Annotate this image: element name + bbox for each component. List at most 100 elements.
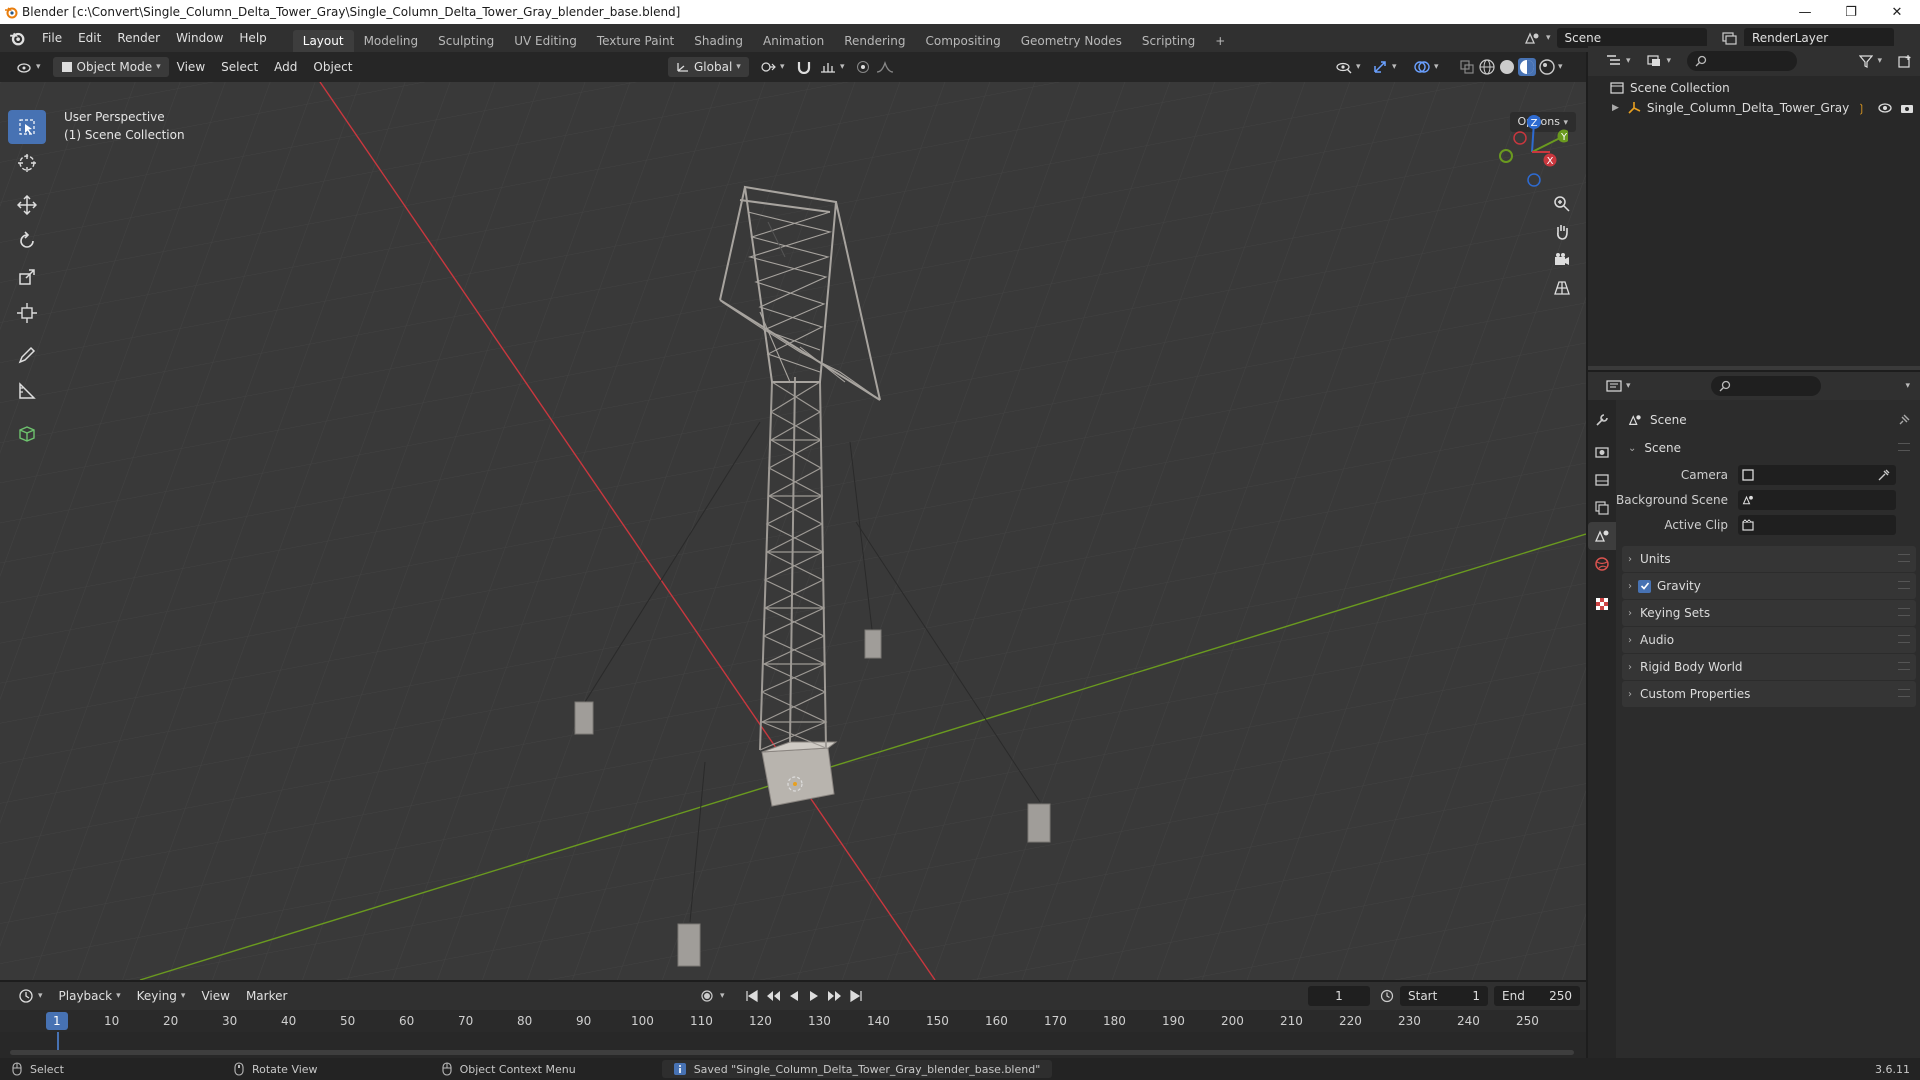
properties-editor-type-button[interactable]: ▾	[1598, 376, 1639, 396]
tab-geometry-nodes[interactable]: Geometry Nodes	[1011, 30, 1132, 52]
eyedropper-icon[interactable]	[1878, 469, 1890, 481]
play-icon[interactable]	[807, 989, 821, 1003]
scene-icon[interactable]	[1524, 31, 1540, 45]
properties-options-chevron-icon[interactable]: ▾	[1905, 381, 1910, 391]
perspective-grid-icon[interactable]	[1548, 274, 1576, 302]
jump-to-keyframe-back-icon[interactable]	[765, 989, 781, 1003]
snap-target-dropdown[interactable]: ▾	[812, 57, 853, 77]
outliner-divider[interactable]	[1588, 366, 1920, 370]
marker-menu[interactable]: Marker	[238, 986, 295, 1006]
background-scene-field[interactable]	[1738, 489, 1896, 510]
outliner-item-tower[interactable]: ▶ Single_Column_Delta_Tower_Gray ❳	[1588, 98, 1920, 118]
tab-sculpting[interactable]: Sculpting	[428, 30, 504, 52]
outliner-search-input[interactable]	[1687, 51, 1798, 71]
new-collection-button[interactable]	[1890, 51, 1920, 71]
navigation-gizmo[interactable]: Z Y X	[1488, 112, 1568, 192]
tab-compositing[interactable]: Compositing	[915, 30, 1010, 52]
eye-icon[interactable]	[1878, 102, 1892, 114]
keying-options-chevron-icon[interactable]: ▾	[720, 991, 725, 1001]
tab-animation[interactable]: Animation	[753, 30, 834, 52]
render-tab-icon[interactable]	[1588, 438, 1616, 466]
display-mode-dropdown[interactable]: ▾	[1639, 51, 1680, 71]
viewport-canvas[interactable]	[0, 82, 1586, 980]
drag-grip-icon[interactable]	[1898, 443, 1910, 451]
custom-properties-panel[interactable]: › Custom Properties	[1622, 681, 1916, 707]
tab-shading[interactable]: Shading	[684, 30, 753, 52]
jump-to-start-icon[interactable]	[745, 989, 759, 1003]
minimize-button[interactable]: —	[1782, 0, 1828, 24]
view-layer-field[interactable]: RenderLayer	[1744, 28, 1894, 48]
drag-grip-icon[interactable]	[1898, 554, 1910, 562]
wireframe-shading-icon[interactable]	[1478, 58, 1496, 76]
scene-tab-icon[interactable]	[1588, 522, 1616, 550]
pin-icon[interactable]	[1898, 414, 1910, 426]
disclosure-triangle-icon[interactable]: ▶	[1612, 103, 1619, 113]
transform-orientation-dropdown[interactable]: Global ▾	[668, 57, 749, 77]
gravity-checkbox[interactable]	[1638, 579, 1651, 593]
outliner-scene-collection[interactable]: Scene Collection	[1588, 78, 1920, 98]
zoom-icon[interactable]	[1548, 190, 1576, 218]
filter-dropdown[interactable]: ▾	[1851, 51, 1890, 71]
rotate-tool[interactable]	[8, 224, 46, 258]
tab-rendering[interactable]: Rendering	[834, 30, 915, 52]
play-reverse-icon[interactable]	[787, 989, 801, 1003]
pan-hand-icon[interactable]	[1548, 218, 1576, 246]
menu-file[interactable]: File	[34, 24, 70, 52]
drag-grip-icon[interactable]	[1898, 581, 1910, 589]
menu-render[interactable]: Render	[109, 24, 168, 52]
menu-add[interactable]: Add	[266, 57, 305, 77]
menu-select[interactable]: Select	[213, 57, 266, 77]
gravity-panel[interactable]: › Gravity	[1622, 573, 1916, 599]
shading-options-chevron-icon[interactable]: ▾	[1558, 62, 1563, 72]
start-frame-field[interactable]: Start 1	[1400, 986, 1488, 1006]
drag-grip-icon[interactable]	[1898, 689, 1910, 697]
drag-grip-icon[interactable]	[1898, 662, 1910, 670]
gizmo-toggle[interactable]: ▾	[1364, 57, 1405, 77]
drag-grip-icon[interactable]	[1898, 635, 1910, 643]
camera-view-icon[interactable]	[1548, 246, 1576, 274]
texture-tab-icon[interactable]	[1588, 590, 1616, 618]
timeline-track-area[interactable]	[0, 1032, 1586, 1058]
playback-menu[interactable]: Playback ▾	[51, 986, 129, 1006]
timeline-ruler[interactable]: 1 10 20 30 40 50 60 70 80 90 100 110 120…	[0, 1010, 1586, 1032]
editor-type-button[interactable]: ▾	[8, 57, 49, 77]
object-mode-dropdown[interactable]: Object Mode ▾	[52, 57, 169, 77]
units-panel[interactable]: › Units	[1622, 546, 1916, 572]
tab-layout[interactable]: Layout	[292, 30, 354, 52]
solid-shading-icon[interactable]	[1498, 58, 1516, 76]
jump-to-keyframe-forward-icon[interactable]	[827, 989, 843, 1003]
timeline-editor-type-button[interactable]: ▾	[10, 986, 51, 1006]
timeline-view-menu[interactable]: View	[193, 986, 237, 1006]
keying-menu[interactable]: Keying ▾	[129, 986, 194, 1006]
menu-view[interactable]: View	[169, 57, 213, 77]
tab-scripting[interactable]: Scripting	[1132, 30, 1205, 52]
rigid-body-world-panel[interactable]: › Rigid Body World	[1622, 654, 1916, 680]
material-preview-icon[interactable]	[1518, 58, 1536, 76]
scale-tool[interactable]	[8, 260, 46, 294]
menu-help[interactable]: Help	[231, 24, 274, 52]
rendered-shading-icon[interactable]	[1538, 58, 1556, 76]
keying-sets-panel[interactable]: › Keying Sets	[1622, 600, 1916, 626]
move-tool[interactable]	[8, 188, 46, 222]
scene-name-field[interactable]: Scene	[1556, 28, 1707, 48]
tab-texture-paint[interactable]: Texture Paint	[587, 30, 684, 52]
close-button[interactable]: ✕	[1874, 0, 1920, 24]
measure-tool[interactable]	[8, 374, 46, 408]
properties-search-input[interactable]	[1710, 376, 1821, 396]
tab-uv-editing[interactable]: UV Editing	[504, 30, 587, 52]
outliner-editor-type-button[interactable]: ▾	[1598, 51, 1639, 71]
select-box-tool[interactable]	[8, 110, 46, 144]
active-clip-field[interactable]	[1738, 514, 1896, 535]
jump-to-end-icon[interactable]	[849, 989, 863, 1003]
tab-modeling[interactable]: Modeling	[354, 30, 429, 52]
add-cube-tool[interactable]	[8, 416, 46, 450]
drag-grip-icon[interactable]	[1898, 608, 1910, 616]
transform-tool[interactable]	[8, 296, 46, 330]
scene-panel-header[interactable]: ⌄ Scene	[1622, 435, 1916, 461]
output-tab-icon[interactable]	[1588, 466, 1616, 494]
annotate-tool[interactable]	[8, 338, 46, 372]
proportional-falloff-dropdown[interactable]	[868, 57, 902, 77]
restore-button[interactable]: ❐	[1828, 0, 1874, 24]
menu-object[interactable]: Object	[305, 57, 360, 77]
auto-keying-record-icon[interactable]	[700, 989, 714, 1003]
